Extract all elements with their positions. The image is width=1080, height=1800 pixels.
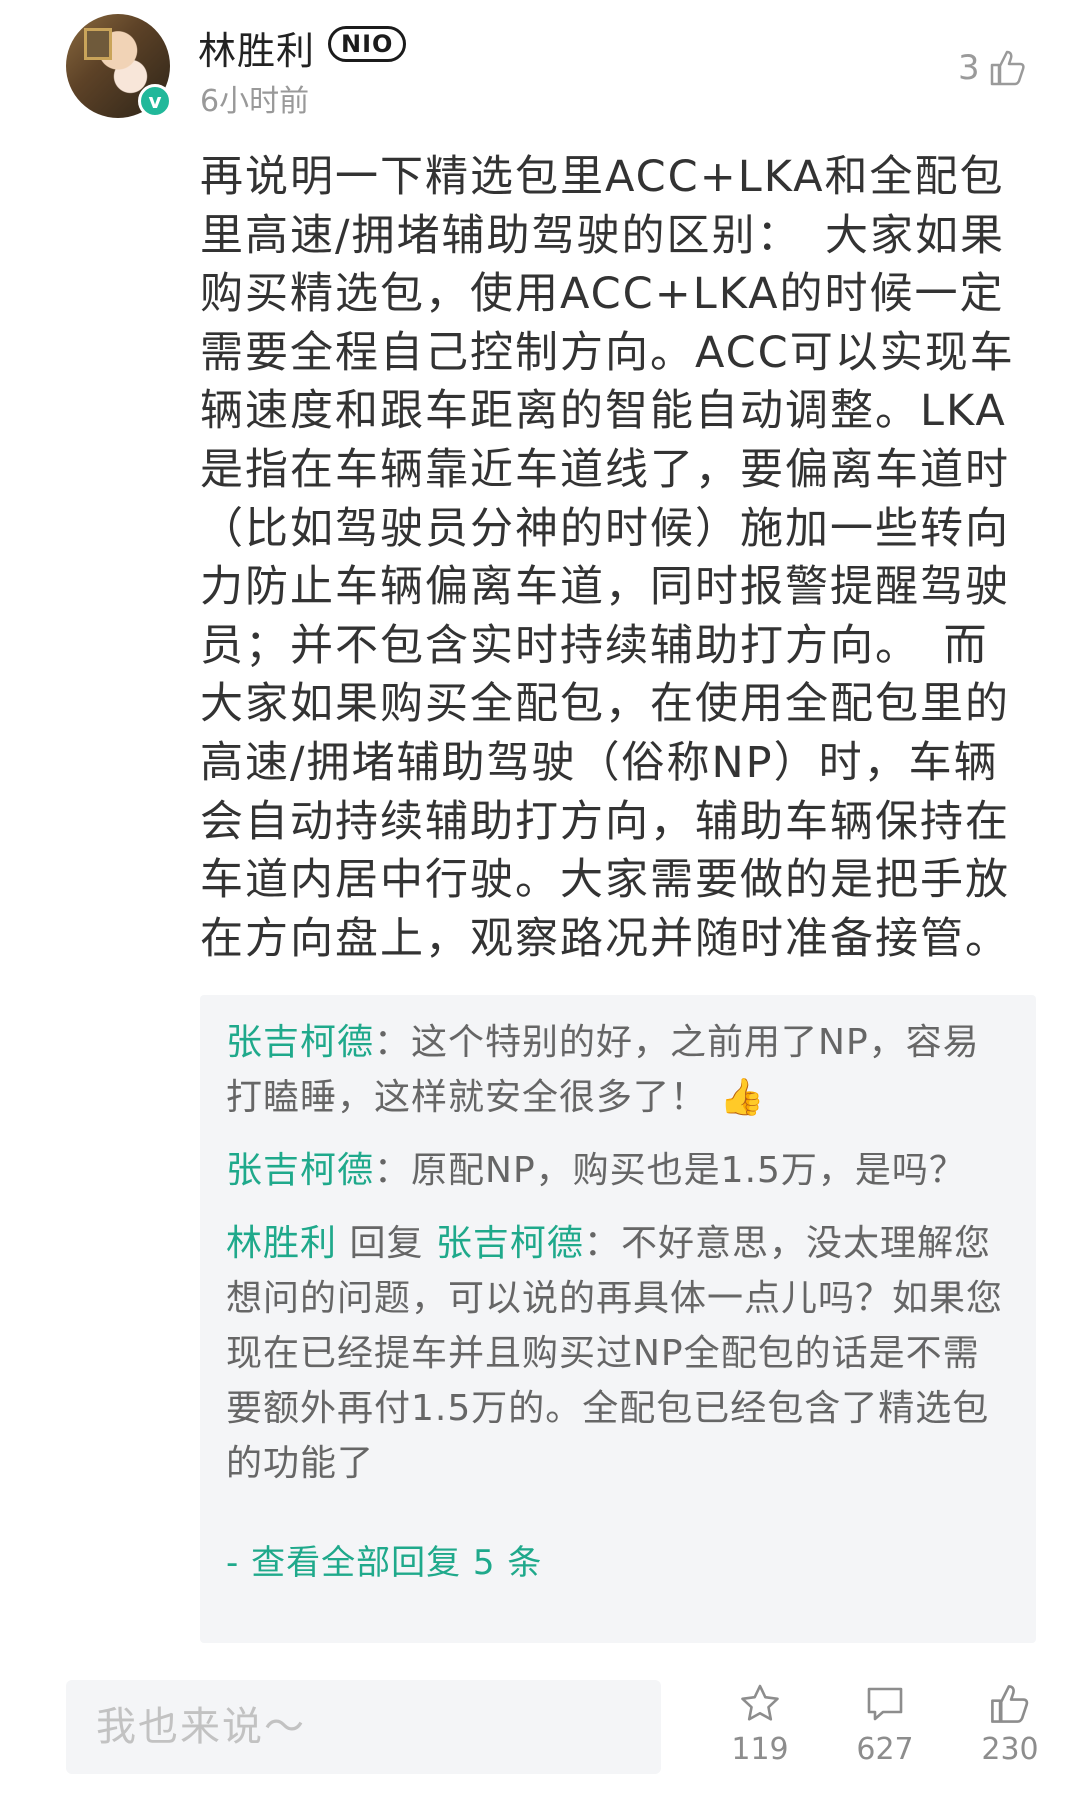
comment-input[interactable]: 我也来说～ [66,1680,661,1774]
post-time: 6小时前 [200,84,310,119]
verified-badge-icon: v [138,84,172,118]
comment-count: 627 [856,1732,914,1767]
reply-separator: ： [374,1022,412,1063]
reply-author[interactable]: 张吉柯德 [226,1150,374,1191]
author-name[interactable]: 林胜利 [198,20,315,75]
comment-like-button[interactable]: 3 [958,48,1028,88]
reply-text: 原配NP，购买也是1.5万，是吗？ [411,1150,966,1191]
thumbs-up-icon [991,1685,1029,1723]
comment-bubble-icon [867,1687,903,1721]
reply-target[interactable]: 张吉柯德 [436,1223,584,1264]
reply-item: 张吉柯德：原配NP，购买也是1.5万，是吗？ [226,1143,1010,1198]
reply-separator: ： [583,1223,621,1264]
star-icon [741,1684,779,1721]
comment-like-count: 3 [958,48,980,88]
reply-item: 张吉柯德：这个特别的好，之前用了NP，容易打瞌睡，这样就安全很多了！ 👍 [226,1015,1010,1125]
like-button[interactable]: 230 [960,1682,1060,1767]
author-avatar[interactable]: v [66,14,172,118]
reply-author[interactable]: 林胜利 [226,1223,337,1264]
comments-button[interactable]: 627 [835,1682,935,1767]
view-all-replies-link[interactable]: - 查看全部回复 5 条 [226,1535,1010,1584]
thumbs-up-icon [988,48,1028,88]
comment-body: 再说明一下精选包里ACC+LKA和全配包里高速/拥堵辅助驾驶的区别： 大家如果购… [200,152,1015,964]
brand-badge: NIO [328,26,407,62]
favorite-button[interactable]: 119 [710,1682,810,1767]
reply-separator: ： [374,1150,412,1191]
replies-panel: 张吉柯德：这个特别的好，之前用了NP，容易打瞌睡，这样就安全很多了！ 👍 张吉柯… [200,995,1036,1643]
reply-author[interactable]: 张吉柯德 [226,1022,374,1063]
like-count: 230 [981,1732,1039,1767]
reply-item: 林胜利 回复 张吉柯德：不好意思，没太理解您想问的问题，可以说的再具体一点儿吗？… [226,1216,1010,1491]
thumbs-up-emoji-icon: 👍 [719,1077,766,1118]
reply-verb: 回复 [337,1223,436,1264]
avatar-photo-detail [84,28,112,60]
favorite-count: 119 [731,1732,789,1767]
